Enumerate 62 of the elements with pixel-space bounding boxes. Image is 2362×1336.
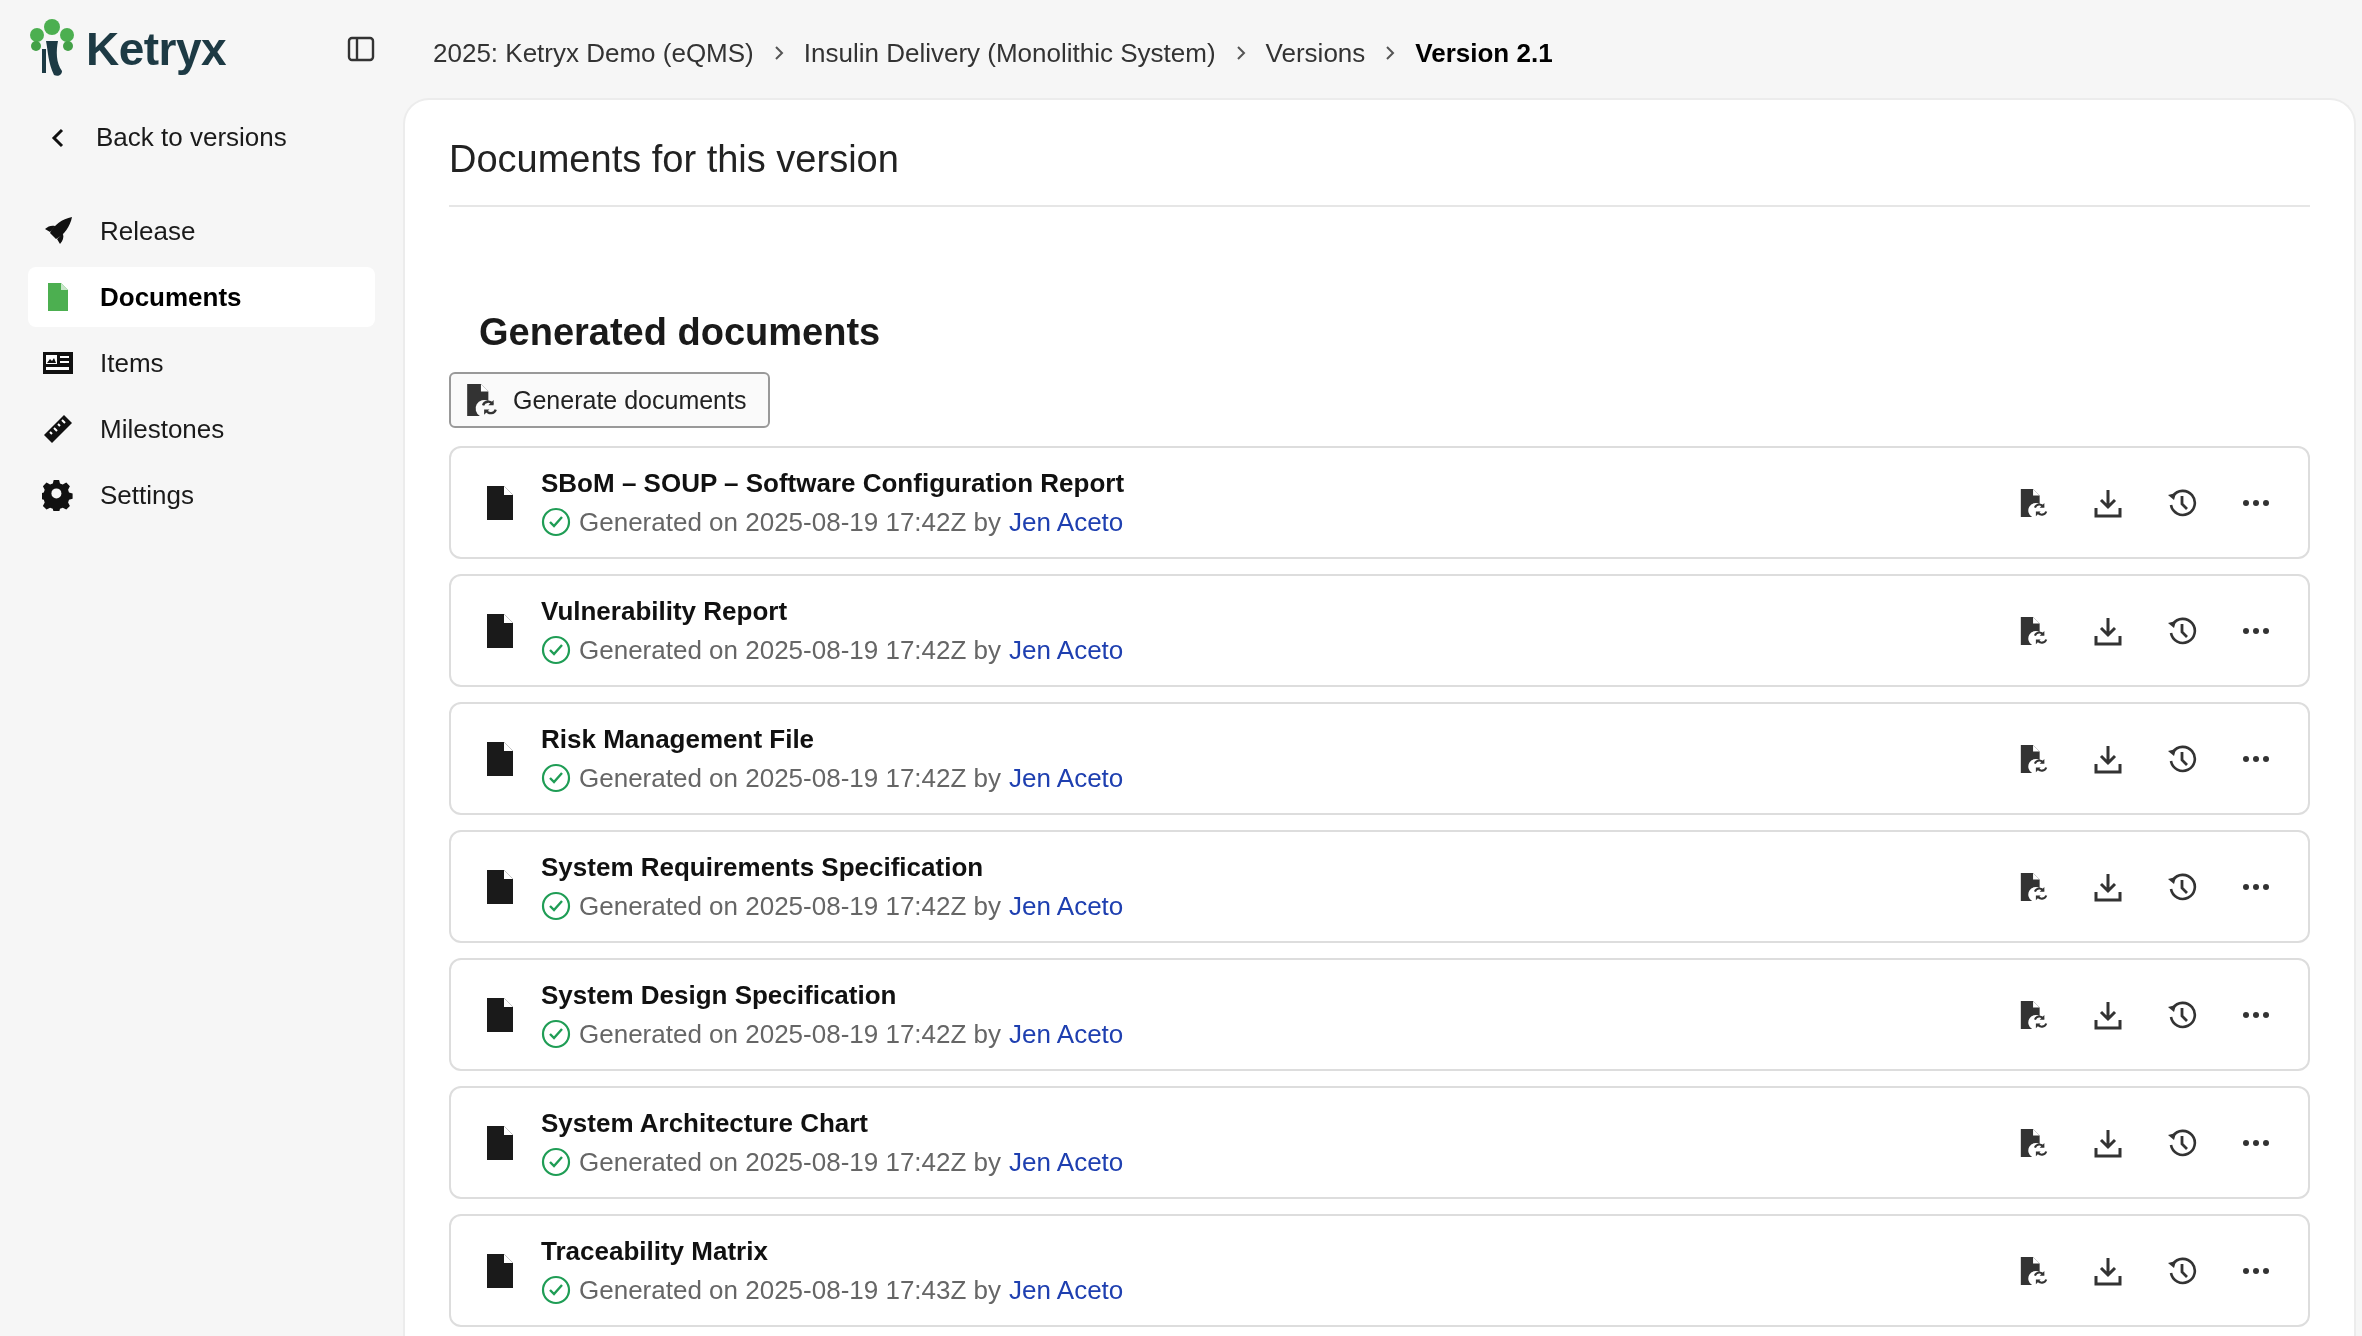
regenerate-icon[interactable] [2018,486,2050,519]
breadcrumb-link[interactable]: Versions [1265,37,1366,69]
author-link[interactable]: Jen Aceto [1009,506,1124,538]
regenerate-icon[interactable] [2018,1126,2050,1159]
author-link[interactable]: Jen Aceto [1009,634,1124,666]
regenerate-icon[interactable] [2018,870,2050,903]
document-title: Traceability Matrix [541,1235,769,1267]
document-icon [485,611,515,650]
document-title: Risk Management File [541,723,816,755]
sidebar-item[interactable]: Milestones [28,399,375,459]
regenerate-icon[interactable] [2018,614,2050,647]
document-icon [485,483,515,522]
document-icon [485,995,515,1034]
regenerate-icon[interactable] [2018,998,2050,1031]
document-icon [485,1123,515,1162]
author-link[interactable]: Jen Aceto [1009,1146,1124,1178]
document-title: System Requirements Specification [541,851,985,883]
check-circle-icon [541,635,571,665]
brand-name: Ketryx [86,22,228,76]
document-refresh-icon [465,382,499,418]
generated-status: Generated on 2025-08-19 17:43Z by [579,1274,1002,1306]
breadcrumb-current: Version 2.1 [1415,37,1553,69]
document-title: System Design Specification [541,979,898,1011]
sidebar-item[interactable]: Documents [28,267,375,327]
check-circle-icon [541,1275,571,1305]
generated-status: Generated on 2025-08-19 17:42Z by [579,762,1002,794]
regenerate-icon[interactable] [2018,742,2050,775]
settings-icon [42,479,74,511]
document-title: Vulnerability Report [541,595,789,627]
sidebar-toggle-icon[interactable] [347,35,375,63]
document-icon [485,867,515,906]
breadcrumb-link[interactable]: Insulin Delivery (Monolithic System) [803,37,1216,69]
author-link[interactable]: Jen Aceto [1009,1018,1124,1050]
generated-status: Generated on 2025-08-19 17:42Z by [579,890,1002,922]
page-title: Documents for this version [449,138,2310,207]
generated-status: Generated on 2025-08-19 17:42Z by [579,506,1002,538]
logo-icon [28,19,76,79]
check-circle-icon [541,891,571,921]
document-title: SBoM – SOUP – Software Configuration Report [541,467,1126,499]
check-circle-icon [541,763,571,793]
author-link[interactable]: Jen Aceto [1009,1274,1124,1306]
check-circle-icon [541,1147,571,1177]
generated-status: Generated on 2025-08-19 17:42Z by [579,634,1002,666]
document-icon [485,739,515,778]
document-title: System Architecture Chart [541,1107,870,1139]
author-link[interactable]: Jen Aceto [1009,762,1124,794]
sidebar-item[interactable]: Release [28,201,375,261]
check-circle-icon [541,1019,571,1049]
chevron-left-icon [50,126,66,149]
sidebar-item[interactable]: Items [28,333,375,393]
back-link[interactable]: Back to versions [28,108,375,167]
document-icon [485,1251,515,1290]
generate-documents-button[interactable]: Generate documents [449,372,771,428]
regenerate-icon[interactable] [2018,1254,2050,1287]
section-title: Generated documents [479,311,882,354]
check-circle-icon [541,507,571,537]
author-link[interactable]: Jen Aceto [1009,890,1124,922]
generated-status: Generated on 2025-08-19 17:42Z by [579,1146,1002,1178]
sidebar-item[interactable]: Settings [28,465,375,525]
ruler-icon [42,413,74,445]
breadcrumb-link[interactable]: 2025: Ketryx Demo (eQMS) [433,37,754,69]
generated-status: Generated on 2025-08-19 17:42Z by [579,1018,1002,1050]
